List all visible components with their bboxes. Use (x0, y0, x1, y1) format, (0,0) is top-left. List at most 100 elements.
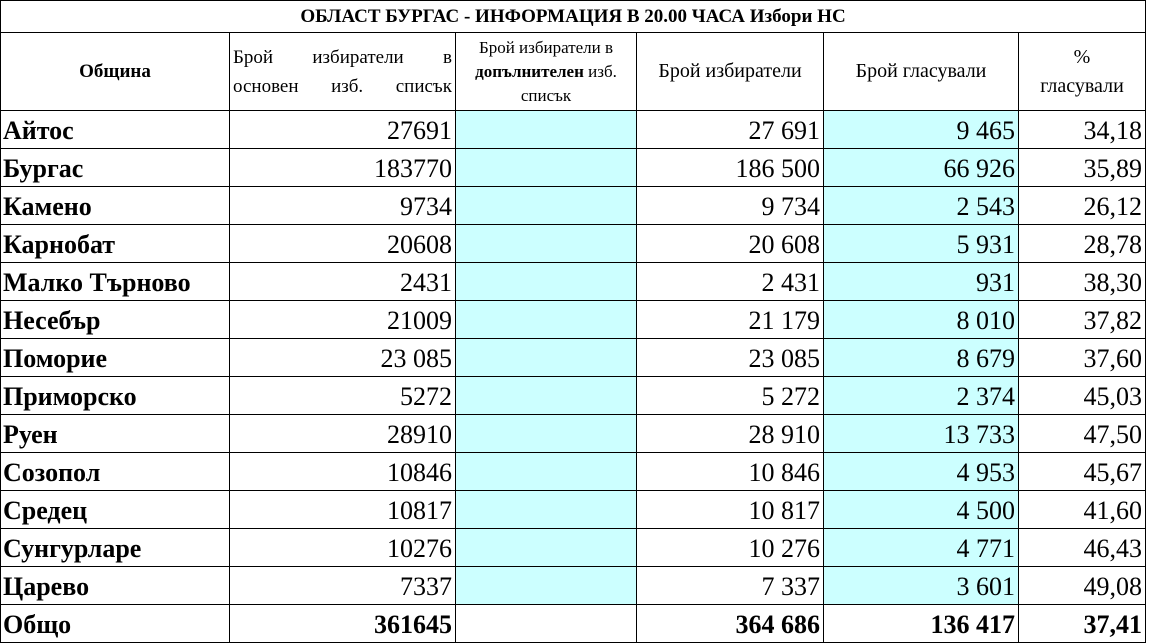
cell-main-list[interactable]: 9734 (229, 186, 456, 225)
header-additional-list-label: Брой избиратели в допълнителен изб. спис… (457, 36, 636, 108)
cell-main-list[interactable]: 10846 (229, 452, 456, 491)
cell-voted[interactable]: 66 926 (823, 148, 1019, 187)
cell-additional-list[interactable] (455, 566, 637, 605)
cell-municipality[interactable]: Созопол (0, 452, 230, 491)
cell-main-list[interactable]: 183770 (229, 148, 456, 187)
cell-voters[interactable]: 28 910 (636, 414, 824, 453)
cell-voted[interactable]: 2 374 (823, 376, 1019, 415)
cell-percent[interactable]: 37,82 (1018, 300, 1146, 339)
cell-additional-list[interactable] (455, 376, 637, 415)
cell-main-list[interactable]: 23 085 (229, 338, 456, 377)
cell-voted[interactable]: 13 733 (823, 414, 1019, 453)
cell-percent[interactable]: 49,08 (1018, 566, 1146, 605)
total-cell-additional-list[interactable] (455, 604, 637, 643)
cell-additional-list[interactable] (455, 262, 637, 301)
cell-additional-list[interactable] (455, 528, 637, 567)
cell-voters[interactable]: 23 085 (636, 338, 824, 377)
cell-main-list[interactable]: 27691 (229, 110, 456, 149)
cell-main-list[interactable]: 5272 (229, 376, 456, 415)
cell-additional-list[interactable] (455, 148, 637, 187)
cell-voters[interactable]: 10 846 (636, 452, 824, 491)
cell-voted[interactable]: 931 (823, 262, 1019, 301)
cell-voters[interactable]: 10 276 (636, 528, 824, 567)
cell-main-list[interactable]: 10817 (229, 490, 456, 529)
cell-additional-list[interactable] (455, 338, 637, 377)
cell-additional-list[interactable] (455, 300, 637, 339)
cell-percent[interactable]: 46,43 (1018, 528, 1146, 567)
header-voted[interactable]: Брой гласували (823, 32, 1019, 111)
cell-voters[interactable]: 186 500 (636, 148, 824, 187)
cell-municipality[interactable]: Бургас (0, 148, 230, 187)
cell-main-list[interactable]: 10276 (229, 528, 456, 567)
cell-percent[interactable]: 28,78 (1018, 224, 1146, 263)
cell-voters[interactable]: 27 691 (636, 110, 824, 149)
table-row: Поморие 23 085 23 085 8 679 37,60 (0, 338, 1146, 377)
cell-voted[interactable]: 9 465 (823, 110, 1019, 149)
cell-main-list[interactable]: 21009 (229, 300, 456, 339)
cell-voted[interactable]: 8 010 (823, 300, 1019, 339)
header-percent-label: гласували (1040, 74, 1124, 97)
cell-additional-list[interactable] (455, 452, 637, 491)
table-row: Несебър 21009 21 179 8 010 37,82 (0, 300, 1146, 339)
cell-additional-list[interactable] (455, 186, 637, 225)
cell-voted[interactable]: 5 931 (823, 224, 1019, 263)
cell-percent[interactable]: 45,03 (1018, 376, 1146, 415)
cell-percent[interactable]: 37,60 (1018, 338, 1146, 377)
cell-additional-list[interactable] (455, 224, 637, 263)
cell-voted[interactable]: 4 771 (823, 528, 1019, 567)
cell-voters[interactable]: 21 179 (636, 300, 824, 339)
header-additional-list[interactable]: Брой избиратели в допълнителен изб. спис… (455, 32, 637, 111)
cell-voted[interactable]: 2 543 (823, 186, 1019, 225)
cell-voters[interactable]: 2 431 (636, 262, 824, 301)
cell-voted[interactable]: 3 601 (823, 566, 1019, 605)
cell-municipality[interactable]: Айтос (0, 110, 230, 149)
cell-municipality[interactable]: Средец (0, 490, 230, 529)
total-cell-municipality[interactable]: Общо (0, 604, 230, 643)
header-voters[interactable]: Брой избиратели (636, 32, 824, 111)
cell-voters[interactable]: 5 272 (636, 376, 824, 415)
header-percent[interactable]: % гласували (1018, 32, 1146, 111)
cell-additional-list[interactable] (455, 110, 637, 149)
table-row: Приморско 5272 5 272 2 374 45,03 (0, 376, 1146, 415)
cell-additional-list[interactable] (455, 490, 637, 529)
cell-municipality[interactable]: Несебър (0, 300, 230, 339)
cell-percent[interactable]: 35,89 (1018, 148, 1146, 187)
cell-voters[interactable]: 9 734 (636, 186, 824, 225)
header-percent-sign: % (1073, 45, 1091, 68)
cell-percent[interactable]: 38,30 (1018, 262, 1146, 301)
cell-voters[interactable]: 7 337 (636, 566, 824, 605)
cell-voters[interactable]: 10 817 (636, 490, 824, 529)
cell-main-list[interactable]: 20608 (229, 224, 456, 263)
table-title[interactable]: ОБЛАСТ БУРГАС - ИНФОРМАЦИЯ В 20.00 ЧАСА … (0, 0, 1146, 33)
cell-voted[interactable]: 8 679 (823, 338, 1019, 377)
header-main-list[interactable]: Брой избиратели в основен изб. списък (229, 32, 456, 111)
table-row: Средец 10817 10 817 4 500 41,60 (0, 490, 1146, 529)
header-municipality[interactable]: Община (0, 32, 230, 111)
cell-municipality[interactable]: Карнобат (0, 224, 230, 263)
cell-municipality[interactable]: Руен (0, 414, 230, 453)
cell-voters[interactable]: 20 608 (636, 224, 824, 263)
cell-percent[interactable]: 45,67 (1018, 452, 1146, 491)
cell-municipality[interactable]: Камено (0, 186, 230, 225)
total-cell-voted[interactable]: 136 417 (823, 604, 1019, 643)
total-cell-voters[interactable]: 364 686 (636, 604, 824, 643)
cell-municipality[interactable]: Сунгурларе (0, 528, 230, 567)
cell-percent[interactable]: 26,12 (1018, 186, 1146, 225)
cell-main-list[interactable]: 2431 (229, 262, 456, 301)
total-cell-percent[interactable]: 37,41 (1018, 604, 1146, 643)
cell-main-list[interactable]: 7337 (229, 566, 456, 605)
total-row: Общо 361645 364 686 136 417 37,41 (0, 604, 1146, 643)
cell-percent[interactable]: 34,18 (1018, 110, 1146, 149)
cell-municipality[interactable]: Поморие (0, 338, 230, 377)
cell-municipality[interactable]: Приморско (0, 376, 230, 415)
cell-main-list[interactable]: 28910 (229, 414, 456, 453)
cell-additional-list[interactable] (455, 414, 637, 453)
header-main-list-label: Брой избиратели в основен изб. списък (233, 46, 452, 97)
cell-voted[interactable]: 4 500 (823, 490, 1019, 529)
cell-municipality[interactable]: Малко Търново (0, 262, 230, 301)
cell-percent[interactable]: 47,50 (1018, 414, 1146, 453)
cell-voted[interactable]: 4 953 (823, 452, 1019, 491)
cell-percent[interactable]: 41,60 (1018, 490, 1146, 529)
cell-municipality[interactable]: Царево (0, 566, 230, 605)
total-cell-main-list[interactable]: 361645 (229, 604, 456, 643)
